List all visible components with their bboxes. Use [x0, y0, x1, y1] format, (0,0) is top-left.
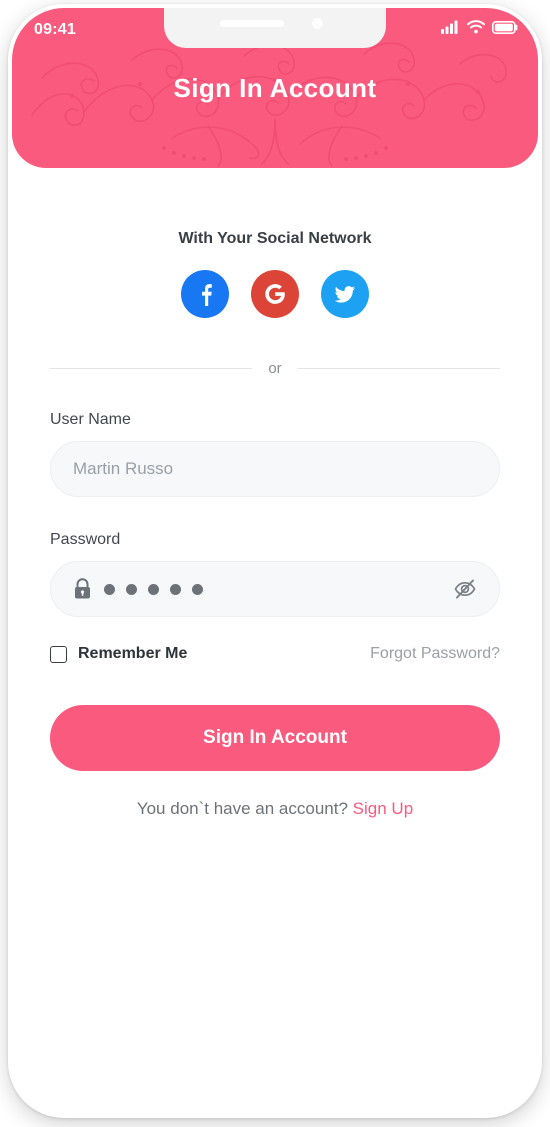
- password-dot: [126, 583, 137, 595]
- main-content: With Your Social Network or User Name Ma…: [12, 168, 538, 819]
- twitter-login-button[interactable]: [321, 270, 369, 318]
- divider-line-right: [297, 368, 500, 369]
- toggle-password-visibility-button[interactable]: [453, 578, 477, 600]
- google-icon: [265, 284, 285, 304]
- speaker-slot: [220, 20, 284, 27]
- username-value: Martin Russo: [73, 459, 174, 478]
- signup-link[interactable]: Sign Up: [353, 799, 413, 818]
- phone-notch: [164, 8, 386, 48]
- social-buttons: [50, 270, 500, 318]
- remember-me-toggle[interactable]: Remember Me: [50, 645, 187, 663]
- password-dot: [148, 583, 159, 595]
- password-input[interactable]: [50, 561, 500, 617]
- phone-frame: Sign In Account 09:41 With Your Social N…: [8, 4, 542, 1118]
- remember-me-checkbox[interactable]: [50, 645, 67, 663]
- password-dot: [104, 583, 115, 595]
- facebook-icon: [202, 284, 212, 306]
- or-divider: or: [50, 360, 500, 377]
- eye-slash-icon: [454, 579, 476, 599]
- twitter-icon: [334, 286, 355, 303]
- forgot-password-link[interactable]: Forgot Password?: [370, 645, 500, 663]
- lock-icon: [75, 578, 90, 599]
- front-camera: [312, 18, 323, 29]
- google-login-button[interactable]: [251, 270, 299, 318]
- phone-screen: Sign In Account 09:41 With Your Social N…: [12, 8, 538, 1114]
- remember-me-label: Remember Me: [78, 645, 188, 662]
- username-input[interactable]: Martin Russo: [50, 441, 500, 497]
- signup-prompt-row: You don`t have an account? Sign Up: [50, 799, 500, 819]
- divider-line-left: [50, 368, 253, 369]
- page-title: Sign In Account: [173, 73, 377, 103]
- signup-prompt-text: You don`t have an account?: [136, 799, 348, 818]
- password-label: Password: [50, 531, 121, 548]
- username-label: User Name: [50, 411, 131, 428]
- divider-label: or: [268, 360, 282, 377]
- options-row: Remember Me Forgot Password?: [50, 645, 500, 663]
- password-dot: [192, 583, 203, 595]
- sign-in-button[interactable]: Sign In Account: [50, 705, 500, 771]
- facebook-login-button[interactable]: [181, 270, 229, 318]
- social-section-title: With Your Social Network: [178, 230, 372, 247]
- password-dots: [104, 583, 453, 595]
- password-dot: [170, 583, 181, 595]
